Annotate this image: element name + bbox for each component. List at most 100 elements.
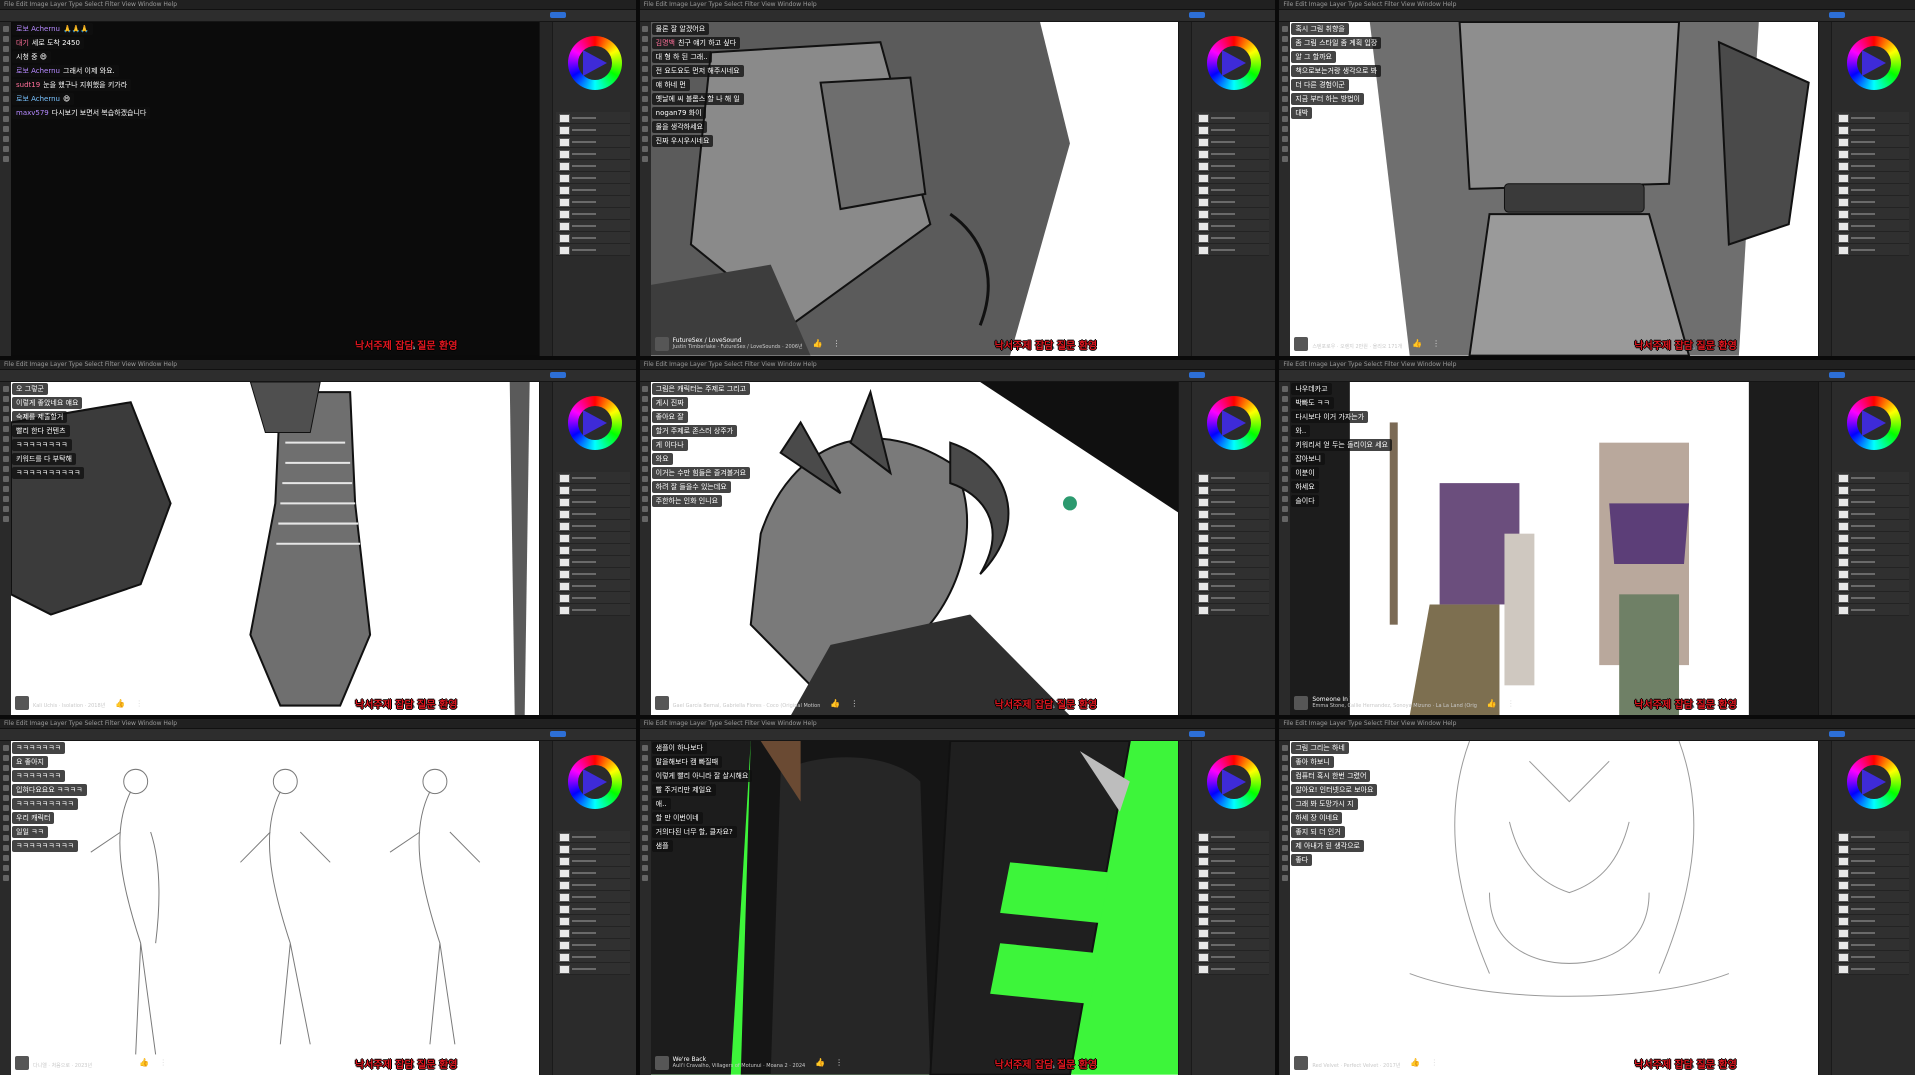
tool-icon[interactable] [1281, 136, 1288, 142]
panel-icon-strip[interactable] [539, 381, 553, 716]
app-menu-bar[interactable]: File Edit Image Layer Type Select Filter… [0, 0, 636, 10]
more-options-icon[interactable]: ⋮ [1507, 699, 1515, 707]
thumbs-up-icon[interactable]: 👍 [813, 340, 823, 348]
layer-row[interactable] [1195, 843, 1270, 856]
tool-icon[interactable] [1281, 146, 1288, 152]
album-art[interactable] [654, 696, 669, 711]
tool-icon[interactable] [2, 156, 9, 162]
layer-row[interactable] [555, 963, 630, 976]
thumbs-up-icon[interactable]: 👍 [1412, 340, 1422, 348]
layer-row[interactable] [1835, 951, 1909, 964]
layer-row[interactable] [1195, 855, 1270, 868]
album-art[interactable] [1294, 1055, 1309, 1070]
album-art[interactable] [1294, 696, 1309, 711]
tool-icon[interactable] [642, 515, 649, 522]
tool-icon[interactable] [2, 405, 9, 412]
tool-icon[interactable] [1281, 775, 1288, 782]
options-bar[interactable] [639, 729, 1276, 742]
layer-row[interactable] [555, 196, 630, 208]
layer-row[interactable] [1195, 831, 1270, 844]
tool-icon[interactable] [2, 395, 9, 402]
album-art[interactable] [15, 1055, 29, 1070]
layers-panel[interactable] [1835, 112, 1909, 326]
tool-icon[interactable] [1281, 755, 1288, 762]
panel-icon-strip[interactable] [1179, 381, 1193, 716]
tool-icon[interactable] [1281, 835, 1288, 842]
panel-icon-strip[interactable] [539, 741, 553, 1075]
tool-icon[interactable] [642, 845, 649, 852]
right-panel[interactable] [1178, 381, 1276, 716]
tool-icon[interactable] [2, 385, 9, 392]
tool-icon[interactable] [2, 435, 9, 442]
more-options-icon[interactable]: ⋮ [159, 1059, 167, 1067]
layers-panel[interactable] [1195, 471, 1270, 686]
tool-icon[interactable] [2, 46, 9, 52]
tool-icon[interactable] [642, 156, 649, 162]
music-player[interactable]: Someone In The Crowd Emma Stone, Callie H… [1294, 695, 1515, 711]
tool-icon[interactable] [642, 36, 649, 42]
share-button[interactable] [1829, 12, 1845, 18]
layer-row[interactable] [1835, 471, 1909, 484]
layer-row[interactable] [555, 939, 630, 952]
share-button[interactable] [549, 12, 566, 18]
tool-icon[interactable] [2, 26, 9, 32]
tool-icon[interactable] [1281, 385, 1288, 392]
layers-panel[interactable] [1195, 831, 1270, 1045]
layer-row[interactable] [555, 495, 630, 508]
tool-icon[interactable] [642, 825, 649, 832]
layer-row[interactable] [555, 124, 630, 136]
tool-icon[interactable] [2, 745, 9, 752]
right-panel[interactable] [1818, 381, 1915, 716]
layer-row[interactable] [1835, 915, 1909, 928]
tool-icon[interactable] [1281, 825, 1288, 832]
layer-row[interactable] [1195, 591, 1270, 604]
tool-icon[interactable] [642, 56, 649, 62]
layer-row[interactable] [1195, 471, 1270, 484]
layer-row[interactable] [555, 184, 630, 196]
tool-icon[interactable] [1281, 485, 1288, 492]
tool-icon[interactable] [1281, 106, 1288, 112]
tool-icon[interactable] [1281, 56, 1288, 62]
layer-row[interactable] [1195, 891, 1270, 904]
tool-icon[interactable] [2, 825, 9, 832]
color-triangle[interactable] [1862, 769, 1886, 796]
layers-panel[interactable] [555, 471, 630, 686]
tool-icon[interactable] [642, 855, 649, 862]
layer-row[interactable] [1195, 555, 1270, 568]
tool-icon[interactable] [2, 76, 9, 82]
layers-panel[interactable] [555, 112, 630, 326]
tool-icon[interactable] [2, 515, 9, 522]
tool-icon[interactable] [2, 815, 9, 822]
layers-panel[interactable] [555, 831, 630, 1045]
tool-icon[interactable] [2, 106, 9, 112]
tool-icon[interactable] [642, 765, 649, 772]
stream-panel-4[interactable]: File Edit Image Layer Type Select Filter… [0, 359, 636, 716]
color-triangle[interactable] [1862, 50, 1886, 76]
panel-icon-strip[interactable] [1179, 22, 1193, 356]
layer-row[interactable] [1195, 220, 1270, 232]
tool-icon[interactable] [2, 96, 9, 102]
tool-icon[interactable] [642, 445, 649, 452]
layer-row[interactable] [1195, 495, 1270, 508]
tool-icon[interactable] [2, 445, 9, 452]
music-player[interactable]: YOU (바다와 우연 스텐포로우 · 오렌지 2만원 · 올리오 171개 👍 ⋮ [1294, 336, 1440, 352]
tool-icon[interactable] [1281, 455, 1288, 462]
thumbs-up-icon[interactable]: 👍 [1487, 699, 1497, 707]
tool-icon[interactable] [2, 136, 9, 142]
layer-row[interactable] [1835, 567, 1909, 580]
tool-icon[interactable] [642, 395, 649, 402]
layer-row[interactable] [555, 867, 630, 880]
layer-row[interactable] [1195, 124, 1270, 136]
tool-icon[interactable] [1281, 425, 1288, 432]
tool-icon[interactable] [642, 875, 649, 882]
stream-panel-7[interactable]: File Edit Image Layer Type Select Filter… [0, 719, 636, 1075]
color-wheel[interactable] [567, 395, 622, 450]
tool-icon[interactable] [642, 815, 649, 822]
tool-icon[interactable] [1281, 156, 1288, 162]
layer-row[interactable] [1195, 148, 1270, 160]
layer-row[interactable] [555, 891, 630, 904]
stream-panel-2[interactable]: File Edit Image Layer Type Select Filter… [639, 0, 1276, 356]
color-triangle[interactable] [1222, 769, 1247, 796]
tool-icon[interactable] [2, 835, 9, 842]
album-art[interactable] [15, 696, 29, 711]
